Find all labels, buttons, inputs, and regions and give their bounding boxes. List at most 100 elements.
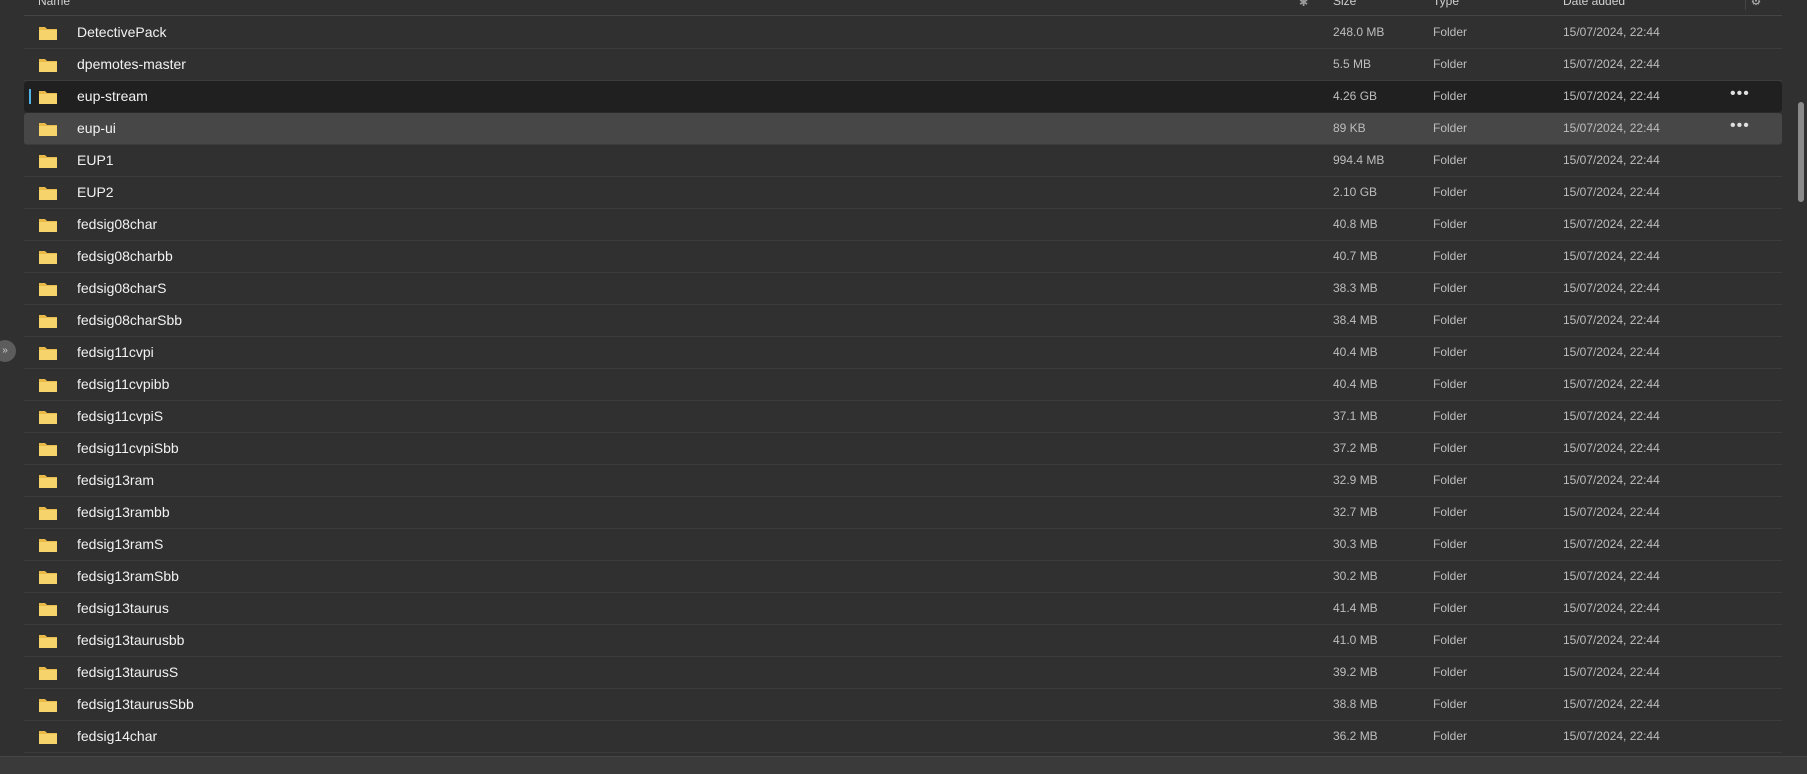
file-name: fedsig13rambb [77,504,170,520]
list-item[interactable]: fedsig13ram 32.9 MB Folder 15/07/2024, 2… [24,465,1782,497]
list-item[interactable]: fedsig13ramSbb 30.2 MB Folder 15/07/2024… [24,561,1782,593]
file-size: 40.8 MB [1333,217,1378,231]
file-size: 4.26 GB [1333,89,1378,103]
list-item[interactable]: EUP2 2.10 GB Folder 15/07/2024, 22:44 ••… [24,177,1782,209]
selection-indicator [29,89,31,104]
scrollbar[interactable] [1798,102,1804,202]
file-date-added: 15/07/2024, 22:44 [1563,569,1660,583]
list-item[interactable]: eup-stream 4.26 GB Folder 15/07/2024, 22… [24,81,1782,113]
file-name: dpemotes-master [77,56,186,72]
file-name: DetectivePack [77,24,167,40]
list-item[interactable]: fedsig11cvpibb 40.4 MB Folder 15/07/2024… [24,369,1782,401]
file-type: Folder [1433,185,1468,199]
list-item[interactable]: fedsig08charS 38.3 MB Folder 15/07/2024,… [24,273,1782,305]
file-date-added: 15/07/2024, 22:44 [1563,185,1660,199]
file-size: 40.4 MB [1333,377,1378,391]
file-type: Folder [1433,697,1468,711]
list-item[interactable]: DetectivePack 248.0 MB Folder 15/07/2024… [24,17,1782,49]
file-type: Folder [1433,281,1468,295]
file-type: Folder [1433,313,1468,327]
pin-icon[interactable]: ✱ [1299,0,1308,9]
file-name: EUP2 [77,184,114,200]
ellipsis-icon[interactable]: ••• [1730,117,1750,135]
file-size: 32.7 MB [1333,505,1378,519]
file-size: 37.1 MB [1333,409,1378,423]
file-date-added: 15/07/2024, 22:44 [1563,57,1660,71]
folder-icon [39,251,57,264]
file-size: 30.3 MB [1333,537,1378,551]
file-size: 40.4 MB [1333,345,1378,359]
folder-icon [39,379,57,392]
folder-icon [39,315,57,328]
ellipsis-icon[interactable]: ••• [1730,85,1750,103]
file-type: Folder [1433,601,1468,615]
file-date-added: 15/07/2024, 22:44 [1563,729,1660,743]
file-type: Folder [1433,25,1468,39]
gear-icon[interactable]: ⚙ [1745,0,1766,10]
file-date-added: 15/07/2024, 22:44 [1563,633,1660,647]
folder-icon [39,123,57,136]
list-item[interactable]: dpemotes-master 5.5 MB Folder 15/07/2024… [24,49,1782,81]
file-name: fedsig13ram [77,472,155,488]
file-name: fedsig08charbb [77,248,173,264]
file-type: Folder [1433,665,1468,679]
list-item[interactable]: eup-ui 89 KB Folder 15/07/2024, 22:44 ••… [24,113,1782,145]
folder-icon [39,443,57,456]
file-name: fedsig13taurusS [77,664,179,680]
folder-icon [39,347,57,360]
list-item[interactable]: fedsig13rambb 32.7 MB Folder 15/07/2024,… [24,497,1782,529]
list-item[interactable]: fedsig13taurus 41.4 MB Folder 15/07/2024… [24,593,1782,625]
list-item[interactable]: fedsig11cvpiSbb 37.2 MB Folder 15/07/202… [24,433,1782,465]
file-list: DetectivePack 248.0 MB Folder 15/07/2024… [24,17,1782,753]
file-name: eup-stream [77,88,148,104]
folder-icon [39,187,57,200]
list-item[interactable]: fedsig13taurusS 39.2 MB Folder 15/07/202… [24,657,1782,689]
list-item[interactable]: fedsig08char 40.8 MB Folder 15/07/2024, … [24,209,1782,241]
file-type: Folder [1433,217,1468,231]
double-chevron-right-icon[interactable]: » [0,340,16,362]
file-date-added: 15/07/2024, 22:44 [1563,217,1660,231]
file-list-panel: Name ✱ Size Type Date added ⚙ DetectiveP… [0,0,1807,774]
file-date-added: 15/07/2024, 22:44 [1563,281,1660,295]
folder-icon [39,571,57,584]
file-size: 40.7 MB [1333,249,1378,263]
list-item[interactable]: fedsig11cvpiS 37.1 MB Folder 15/07/2024,… [24,401,1782,433]
list-item[interactable]: fedsig13ramS 30.3 MB Folder 15/07/2024, … [24,529,1782,561]
file-name: fedsig13taurusbb [77,632,185,648]
list-item[interactable]: fedsig08charSbb 38.4 MB Folder 15/07/202… [24,305,1782,337]
file-name: fedsig08char [77,216,158,232]
file-name: fedsig13taurus [77,600,169,616]
list-item[interactable]: fedsig11cvpi 40.4 MB Folder 15/07/2024, … [24,337,1782,369]
file-type: Folder [1433,633,1468,647]
file-name: fedsig08charSbb [77,312,183,328]
file-type: Folder [1433,57,1468,71]
file-size: 37.2 MB [1333,441,1378,455]
file-size: 248.0 MB [1333,25,1385,39]
folder-icon [39,507,57,520]
column-date-added[interactable]: Date added [1563,0,1625,8]
folder-icon [39,475,57,488]
file-name: fedsig11cvpiS [77,408,164,424]
file-name: EUP1 [77,152,114,168]
folder-icon [39,635,57,648]
column-size[interactable]: Size [1333,0,1356,8]
folder-icon [39,219,57,232]
file-size: 36.2 MB [1333,729,1378,743]
file-date-added: 15/07/2024, 22:44 [1563,377,1660,391]
list-item[interactable]: fedsig13taurusbb 41.0 MB Folder 15/07/20… [24,625,1782,657]
file-type: Folder [1433,537,1468,551]
file-type: Folder [1433,569,1468,583]
list-item[interactable]: EUP1 994.4 MB Folder 15/07/2024, 22:44 •… [24,145,1782,177]
file-date-added: 15/07/2024, 22:44 [1563,409,1660,423]
list-item[interactable]: fedsig08charbb 40.7 MB Folder 15/07/2024… [24,241,1782,273]
file-size: 32.9 MB [1333,473,1378,487]
file-size: 41.4 MB [1333,601,1378,615]
list-item[interactable]: fedsig13taurusSbb 38.8 MB Folder 15/07/2… [24,689,1782,721]
column-type[interactable]: Type [1433,0,1459,8]
file-date-added: 15/07/2024, 22:44 [1563,345,1660,359]
column-name[interactable]: Name [38,0,70,8]
list-item[interactable]: fedsig14char 36.2 MB Folder 15/07/2024, … [24,721,1782,753]
folder-icon [39,91,57,104]
file-name: fedsig08charS [77,280,167,296]
file-date-added: 15/07/2024, 22:44 [1563,697,1660,711]
